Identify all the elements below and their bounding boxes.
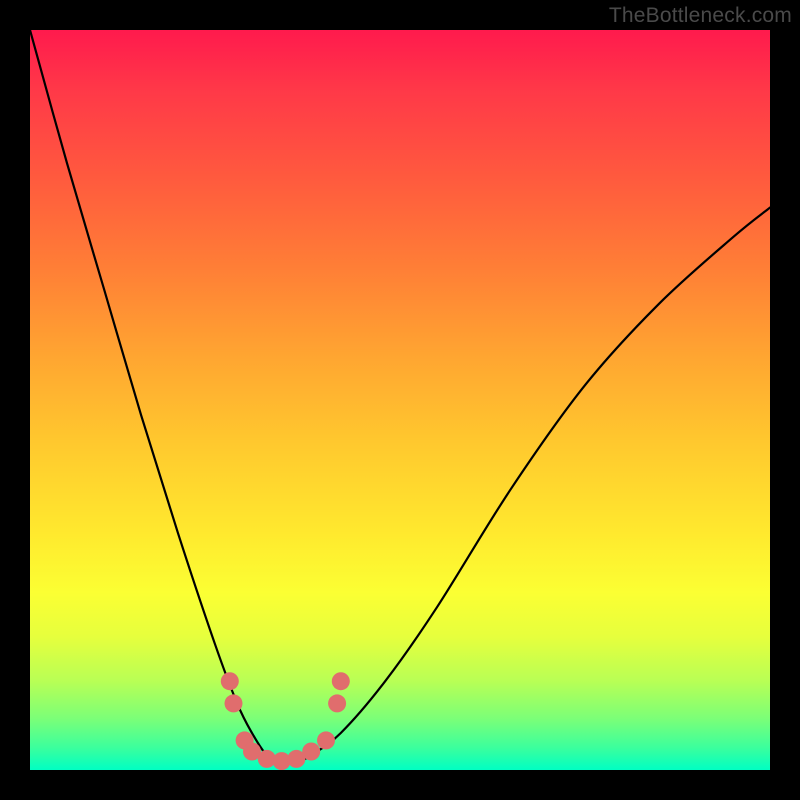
plot-area — [30, 30, 770, 770]
background-gradient — [30, 30, 770, 770]
watermark-text: TheBottleneck.com — [609, 4, 792, 28]
